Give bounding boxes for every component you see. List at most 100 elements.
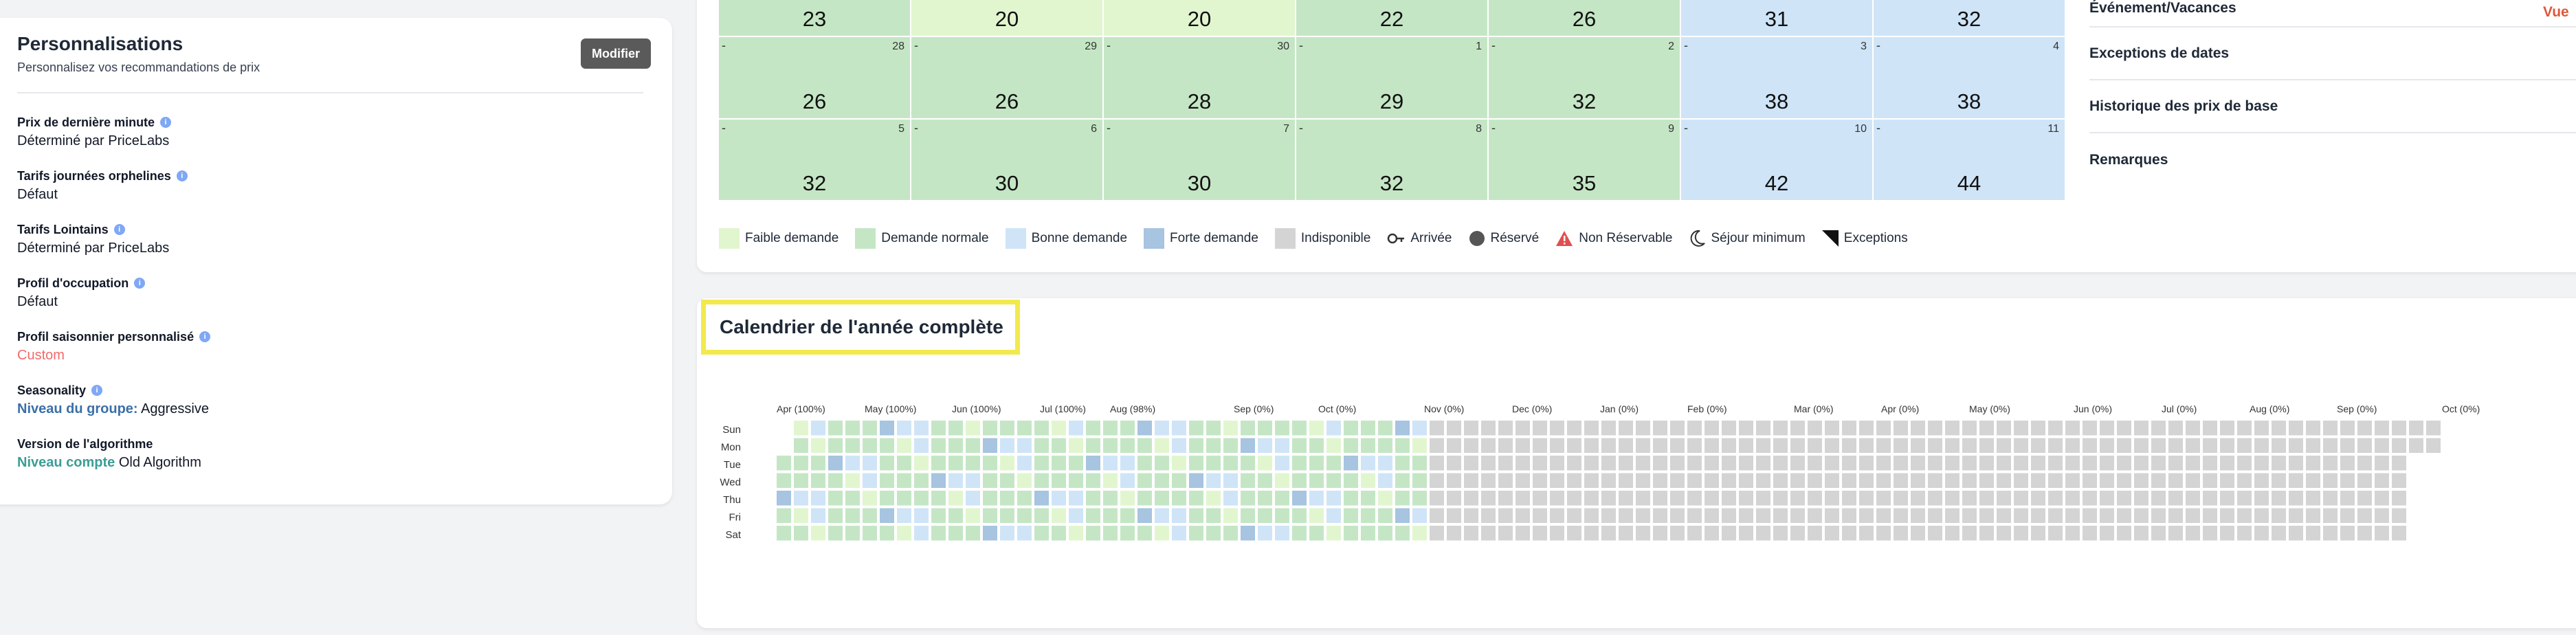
heatmap-day[interactable] xyxy=(1515,421,1530,436)
heatmap-day[interactable] xyxy=(777,508,791,524)
heatmap-day[interactable] xyxy=(966,438,980,454)
info-icon[interactable]: i xyxy=(160,117,172,128)
heatmap-day[interactable] xyxy=(1584,508,1599,524)
heatmap-day[interactable] xyxy=(1412,438,1427,454)
heatmap-day[interactable] xyxy=(2117,456,2131,471)
heatmap-day[interactable] xyxy=(2048,526,2063,541)
heatmap-day[interactable] xyxy=(1069,508,1083,524)
heatmap-day[interactable] xyxy=(1223,473,1238,489)
heatmap-day[interactable] xyxy=(2186,456,2200,471)
heatmap-day[interactable] xyxy=(1069,421,1083,436)
heatmap-day[interactable] xyxy=(811,526,825,541)
heatmap-day[interactable] xyxy=(1739,508,1753,524)
heatmap-day[interactable] xyxy=(1687,456,1702,471)
heatmap-day[interactable] xyxy=(1430,456,1444,471)
heatmap-day[interactable] xyxy=(1550,438,1564,454)
heatmap-day[interactable] xyxy=(1464,421,1478,436)
heatmap-day[interactable] xyxy=(1756,508,1770,524)
heatmap-day[interactable] xyxy=(845,473,860,489)
heatmap-day[interactable] xyxy=(1172,508,1186,524)
heatmap-day[interactable] xyxy=(2272,526,2286,541)
heatmap-day[interactable] xyxy=(1292,456,1307,471)
heatmap-day[interactable] xyxy=(1206,508,1221,524)
heatmap-day[interactable] xyxy=(931,526,946,541)
heatmap-day[interactable] xyxy=(2065,473,2080,489)
heatmap-day[interactable] xyxy=(1155,438,1169,454)
heatmap-day[interactable] xyxy=(1533,526,1547,541)
heatmap-day[interactable] xyxy=(1378,438,1392,454)
heatmap-day[interactable] xyxy=(931,438,946,454)
heatmap-day[interactable] xyxy=(2151,473,2166,489)
heatmap-day[interactable] xyxy=(1876,508,1891,524)
heatmap-day[interactable] xyxy=(2323,438,2338,454)
heatmap-day[interactable] xyxy=(777,456,791,471)
heatmap-day[interactable] xyxy=(2203,526,2217,541)
heatmap-day[interactable] xyxy=(2220,473,2234,489)
heatmap-day[interactable] xyxy=(2065,456,2080,471)
heatmap-day[interactable] xyxy=(2220,438,2234,454)
heatmap-day[interactable] xyxy=(1911,526,1925,541)
heatmap-day[interactable] xyxy=(1790,526,1805,541)
heatmap-day[interactable] xyxy=(1464,526,1478,541)
calendar-day-cell[interactable]: - 30 28 xyxy=(1104,37,1296,120)
heatmap-day[interactable] xyxy=(1842,526,1856,541)
heatmap-day[interactable] xyxy=(1395,421,1410,436)
heatmap-day[interactable] xyxy=(1464,508,1478,524)
heatmap-day[interactable] xyxy=(1481,438,1496,454)
heatmap-day[interactable] xyxy=(828,508,843,524)
heatmap-day[interactable] xyxy=(1034,491,1049,506)
heatmap-day[interactable] xyxy=(2100,473,2114,489)
heatmap-day[interactable] xyxy=(2134,526,2148,541)
heatmap-day[interactable] xyxy=(794,421,808,436)
heatmap-day[interactable] xyxy=(1017,508,1032,524)
heatmap-day[interactable] xyxy=(1378,508,1392,524)
heatmap-day[interactable] xyxy=(1601,526,1616,541)
heatmap-day[interactable] xyxy=(1447,491,1461,506)
heatmap-day[interactable] xyxy=(1997,508,2011,524)
heatmap-day[interactable] xyxy=(1773,421,1788,436)
heatmap-day[interactable] xyxy=(1120,456,1135,471)
heatmap-day[interactable] xyxy=(1808,526,1822,541)
heatmap-day[interactable] xyxy=(1997,456,2011,471)
heatmap-day[interactable] xyxy=(2340,473,2355,489)
heatmap-day[interactable] xyxy=(2375,456,2389,471)
heatmap-day[interactable] xyxy=(1155,526,1169,541)
info-icon[interactable]: i xyxy=(91,385,103,396)
heatmap-day[interactable] xyxy=(1808,421,1822,436)
heatmap-day[interactable] xyxy=(1756,421,1770,436)
heatmap-day[interactable] xyxy=(2375,438,2389,454)
heatmap-day[interactable] xyxy=(880,421,894,436)
heatmap-day[interactable] xyxy=(1155,508,1169,524)
heatmap-day[interactable] xyxy=(1344,491,1358,506)
heatmap-day[interactable] xyxy=(1034,526,1049,541)
heatmap-day[interactable] xyxy=(1619,508,1633,524)
heatmap-day[interactable] xyxy=(2220,508,2234,524)
heatmap-day[interactable] xyxy=(1945,473,1959,489)
heatmap-day[interactable] xyxy=(1241,508,1255,524)
heatmap-day[interactable] xyxy=(1344,456,1358,471)
heatmap-day[interactable] xyxy=(1275,421,1289,436)
heatmap-day[interactable] xyxy=(1773,473,1788,489)
heatmap-day[interactable] xyxy=(1945,438,1959,454)
heatmap-day[interactable] xyxy=(1412,526,1427,541)
heatmap-day[interactable] xyxy=(914,473,929,489)
heatmap-day[interactable] xyxy=(2134,456,2148,471)
heatmap-day[interactable] xyxy=(1584,421,1599,436)
heatmap-day[interactable] xyxy=(1808,508,1822,524)
heatmap-day[interactable] xyxy=(931,456,946,471)
heatmap-day[interactable] xyxy=(2117,491,2131,506)
heatmap-day[interactable] xyxy=(1550,491,1564,506)
heatmap-day[interactable] xyxy=(1361,491,1375,506)
heatmap-day[interactable] xyxy=(863,473,877,489)
heatmap-day[interactable] xyxy=(2272,438,2286,454)
heatmap-day[interactable] xyxy=(1687,473,1702,489)
calendar-day-cell[interactable]: - 29 26 xyxy=(911,37,1104,120)
heatmap-day[interactable] xyxy=(1326,526,1341,541)
heatmap-day[interactable] xyxy=(2134,491,2148,506)
heatmap-day[interactable] xyxy=(2168,491,2183,506)
heatmap-day[interactable] xyxy=(1137,508,1152,524)
info-icon[interactable]: i xyxy=(176,170,188,181)
heatmap-day[interactable] xyxy=(2168,526,2183,541)
heatmap-day[interactable] xyxy=(983,421,997,436)
heatmap-day[interactable] xyxy=(2220,421,2234,436)
